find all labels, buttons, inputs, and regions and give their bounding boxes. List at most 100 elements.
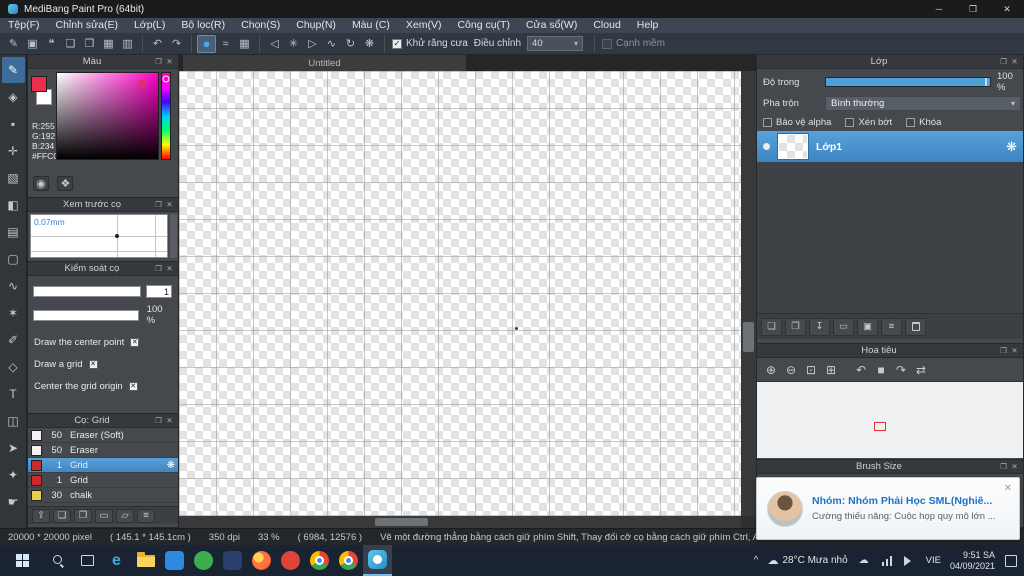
draw-grid-checkbox[interactable]: ✕ xyxy=(88,360,98,369)
navigator-preview[interactable] xyxy=(757,382,1023,458)
zoom-fit-icon[interactable]: ⊡ xyxy=(801,361,821,379)
rotate-reset-icon[interactable]: ■ xyxy=(871,361,891,379)
color-picker-marker[interactable] xyxy=(137,80,146,89)
taskbar-app-edge[interactable]: e xyxy=(102,545,131,576)
menu-color[interactable]: Màu (C) xyxy=(344,18,398,33)
chat-notification-popup[interactable]: ✕ Nhóm: Nhóm Phải Học SML(Nghiê... Cường… xyxy=(756,477,1020,540)
taskbar-app-green[interactable] xyxy=(189,545,218,576)
soft-edge-checkbox[interactable] xyxy=(602,38,613,49)
panel-close-icon[interactable]: ✕ xyxy=(164,200,175,209)
taskbar-app-red[interactable] xyxy=(276,545,305,576)
brush-stroke-icon[interactable]: ≈ xyxy=(216,35,235,53)
brush-opacity-slider[interactable] xyxy=(33,309,139,321)
divide-tool[interactable]: ◫ xyxy=(2,408,25,434)
panel-popout-icon[interactable]: ❐ xyxy=(998,346,1009,355)
zoom-actual-icon[interactable]: ⊞ xyxy=(821,361,841,379)
vertical-scroll-thumb[interactable] xyxy=(743,322,754,352)
task-view-button[interactable] xyxy=(73,545,102,576)
save-icon[interactable]: ▣ xyxy=(23,35,42,53)
color-wheel-icon[interactable]: ◉ xyxy=(33,176,49,191)
taskbar-app-file-explorer[interactable] xyxy=(131,545,160,576)
lasso-tool[interactable]: ∿ xyxy=(2,273,25,299)
menu-capture[interactable]: Chụp(N) xyxy=(288,18,344,33)
magic-wand-tool[interactable]: ✶ xyxy=(2,300,25,326)
move-up-icon[interactable]: ⇧ xyxy=(32,508,50,523)
rotate-left-icon[interactable]: ↶ xyxy=(851,361,871,379)
layer-settings-gear-icon[interactable]: ❋ xyxy=(1006,139,1017,155)
panel-popout-icon[interactable]: ❐ xyxy=(153,57,164,66)
panel-close-icon[interactable]: ✕ xyxy=(164,57,175,66)
hue-slider[interactable] xyxy=(161,72,171,160)
onedrive-icon[interactable]: ☁ xyxy=(857,554,871,568)
zoom-out-icon[interactable]: ⊖ xyxy=(781,361,801,379)
brush-tip-circle-icon[interactable]: ● xyxy=(197,34,216,53)
grid-origin-checkbox[interactable]: ✕ xyxy=(128,382,138,391)
select-pen-tool[interactable]: ✐ xyxy=(2,327,25,353)
fill-tool[interactable]: ▧ xyxy=(2,165,25,191)
select-eraser-tool[interactable]: ◇ xyxy=(2,354,25,380)
navigator-viewport-rect[interactable] xyxy=(874,421,887,431)
brush-folder-icon[interactable]: ▭ xyxy=(95,508,113,523)
volume-icon[interactable] xyxy=(903,554,917,568)
protect-alpha-checkbox[interactable] xyxy=(763,117,772,127)
adjust-dropdown[interactable]: 40 ▾ xyxy=(527,36,584,51)
brush-item-selected[interactable]: 1 Grid ❋ xyxy=(28,458,178,473)
layer-item-selected[interactable]: Lớp1 ❋ xyxy=(757,131,1023,162)
material-panel-icon[interactable]: ▥ xyxy=(118,35,137,53)
brush-item[interactable]: 30 chalk xyxy=(28,488,178,503)
search-button[interactable] xyxy=(44,545,73,576)
menu-filter[interactable]: Bộ lọc(R) xyxy=(173,18,233,33)
panel-close-icon[interactable]: ✕ xyxy=(1009,57,1020,66)
menu-edit[interactable]: Chỉnh sửa(E) xyxy=(48,18,126,33)
menu-tools[interactable]: Công cụ(T) xyxy=(449,18,518,33)
minimize-button[interactable]: ─ xyxy=(922,0,956,18)
panel-close-icon[interactable]: ✕ xyxy=(164,416,175,425)
brush-size-slider[interactable] xyxy=(33,286,141,297)
duplicate-brush-icon[interactable]: ❐ xyxy=(74,508,92,523)
new-doc-icon[interactable]: ❏ xyxy=(61,35,80,53)
notification-close-icon[interactable]: ✕ xyxy=(1004,483,1012,494)
comment-icon[interactable]: ❝ xyxy=(42,35,61,53)
snap-curve-icon[interactable]: ∿ xyxy=(322,35,341,53)
saturation-value-picker[interactable] xyxy=(56,72,159,160)
brush-item[interactable]: 1 Grid xyxy=(28,473,178,488)
duplicate-layer-icon[interactable]: ❐ xyxy=(785,317,806,336)
blend-mode-dropdown[interactable]: Bình thường ▾ xyxy=(825,95,1021,111)
menu-view[interactable]: Xem(V) xyxy=(398,18,450,33)
center-point-checkbox[interactable]: ✕ xyxy=(130,338,140,347)
hand-tool[interactable]: ☛ xyxy=(2,489,25,515)
taskbar-app-firefox[interactable] xyxy=(247,545,276,576)
rotate-right-icon[interactable]: ↷ xyxy=(891,361,911,379)
merge-layer-icon[interactable]: ▣ xyxy=(857,317,878,336)
vertical-scrollbar[interactable] xyxy=(741,71,756,516)
bucket-tool[interactable]: ◧ xyxy=(2,192,25,218)
text-tool[interactable]: T xyxy=(2,381,25,407)
copy-doc-icon[interactable]: ❐ xyxy=(80,35,99,53)
snap-parallel-icon[interactable]: ▷ xyxy=(303,35,322,53)
transfer-layer-icon[interactable]: ↧ xyxy=(809,317,830,336)
brush-tool[interactable]: ✎ xyxy=(1,57,25,83)
document-tab[interactable]: Untitled xyxy=(183,55,466,71)
brush-settings-gear-icon[interactable]: ❋ xyxy=(167,460,175,471)
layer-folder-icon[interactable]: ▭ xyxy=(833,317,854,336)
horizontal-scrollbar[interactable] xyxy=(179,516,741,528)
clock-widget[interactable]: 9:51 SA 04/09/2021 xyxy=(950,550,995,572)
layer-opacity-slider[interactable] xyxy=(825,77,991,87)
palette-icon[interactable]: ❖ xyxy=(57,176,74,191)
close-button[interactable]: ✕ xyxy=(990,0,1024,18)
taskbar-app-blue[interactable] xyxy=(160,545,189,576)
action-center-button[interactable] xyxy=(1004,554,1018,568)
add-brush-icon[interactable]: ❏ xyxy=(53,508,71,523)
preview-scrollbar[interactable] xyxy=(170,214,177,258)
snap-off-icon[interactable]: ◁ xyxy=(265,35,284,53)
brush-item[interactable]: 50 Eraser (Soft) xyxy=(28,428,178,443)
menu-select[interactable]: Chọn(S) xyxy=(233,18,288,33)
taskbar-app-dark[interactable] xyxy=(218,545,247,576)
opacity-handle[interactable] xyxy=(985,78,987,86)
snap-radial-icon[interactable]: ✳ xyxy=(284,35,303,53)
panel-popout-icon[interactable]: ❐ xyxy=(153,416,164,425)
hue-marker[interactable] xyxy=(162,75,170,83)
dot-tool[interactable]: ▪ xyxy=(2,111,25,137)
zoom-in-icon[interactable]: ⊕ xyxy=(761,361,781,379)
open-folder-icon[interactable]: ▱ xyxy=(116,508,134,523)
